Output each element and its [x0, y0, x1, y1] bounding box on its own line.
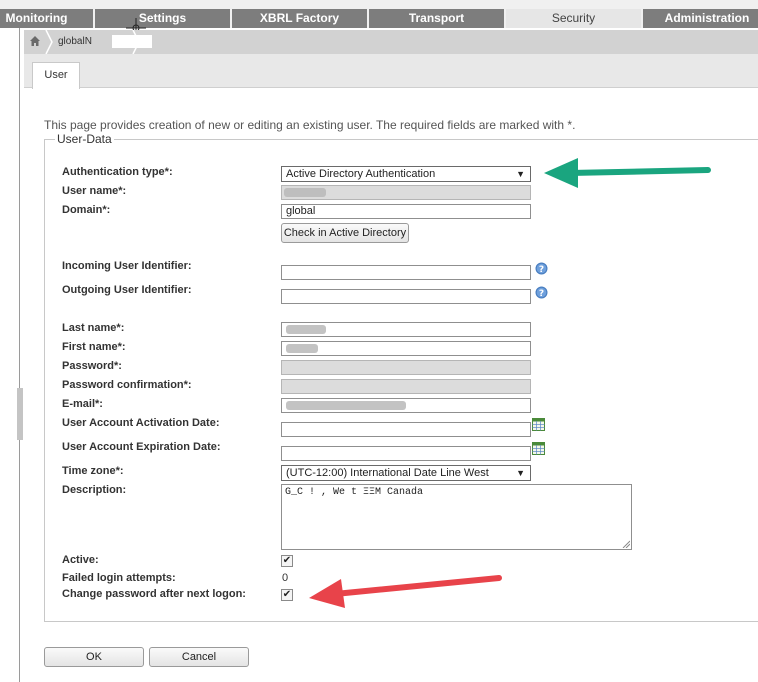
outgoing-identifier-field[interactable]	[281, 289, 531, 304]
failed-attempts-label: Failed login attempts:	[62, 572, 176, 584]
cancel-button[interactable]: Cancel	[149, 647, 249, 667]
tab-user[interactable]: User	[32, 62, 80, 89]
fieldset-legend: User-Data	[57, 132, 112, 146]
first-name-label: First name*:	[62, 341, 126, 353]
red-arrow-icon	[309, 575, 502, 608]
active-label: Active:	[62, 554, 99, 566]
expiration-date-field[interactable]	[281, 446, 531, 461]
domain-label: Domain*:	[62, 204, 111, 216]
activation-date-field[interactable]	[281, 422, 531, 437]
password-label: Password*:	[62, 360, 122, 372]
description-label: Description:	[62, 484, 127, 496]
activation-date-label: User Account Activation Date:	[62, 417, 220, 429]
username-label: User name*:	[62, 185, 127, 197]
username-redaction	[284, 188, 326, 197]
incoming-identifier-field[interactable]	[281, 265, 531, 280]
domain-field[interactable]: global	[281, 204, 531, 219]
breadcrumb-current[interactable]: globalN	[58, 36, 92, 47]
auth-type-label: Authentication type*:	[62, 166, 173, 178]
last-name-redaction	[286, 325, 326, 334]
top-navigation: Monitoring Settings XBRL Factory Transpo…	[0, 0, 758, 28]
last-name-label: Last name*:	[62, 322, 125, 334]
failed-attempts-value: 0	[282, 572, 289, 584]
email-label: E-mail*:	[62, 398, 103, 410]
sidebar-scrollbar[interactable]	[17, 388, 23, 440]
check-active-directory-button[interactable]: Check in Active Directory	[281, 223, 409, 243]
description-textarea[interactable]: G_C ! , We t ΞΞM Canada	[281, 484, 632, 550]
nav-tab-transport[interactable]: Transport	[369, 9, 506, 28]
calendar-icon[interactable]	[532, 442, 545, 455]
outgoing-identifier-label: Outgoing User Identifier:	[62, 284, 192, 296]
incoming-identifier-label: Incoming User Identifier:	[62, 260, 192, 272]
help-icon[interactable]: ?	[535, 262, 548, 275]
svg-text:?: ?	[539, 289, 544, 299]
page-tab-strip: User	[24, 54, 758, 89]
dropdown-arrow-icon: ▼	[516, 169, 525, 179]
password-field	[281, 360, 531, 375]
ok-button[interactable]: OK	[44, 647, 144, 667]
breadcrumb-end-separator-icon	[132, 30, 140, 54]
password-confirmation-label: Password confirmation*:	[62, 379, 192, 391]
nav-tab-monitoring[interactable]: Monitoring	[0, 9, 95, 28]
nav-tab-xbrl-factory[interactable]: XBRL Factory	[232, 9, 369, 28]
time-zone-label: Time zone*:	[62, 465, 124, 477]
first-name-field[interactable]	[281, 341, 531, 356]
breadcrumb: globalN	[24, 30, 758, 54]
password-confirmation-field	[281, 379, 531, 394]
change-password-label: Change password after next logon:	[62, 588, 246, 600]
calendar-icon[interactable]	[532, 418, 545, 431]
breadcrumb-separator-icon	[45, 30, 53, 54]
resize-grip-icon[interactable]	[622, 540, 630, 548]
dropdown-arrow-icon: ▼	[516, 468, 525, 478]
page-intro: This page provides creation of new or ed…	[44, 118, 576, 132]
help-icon[interactable]: ?	[535, 286, 548, 299]
nav-tab-settings[interactable]: Settings	[95, 9, 232, 28]
expiration-date-label: User Account Expiration Date:	[62, 441, 221, 453]
svg-text:?: ?	[539, 265, 544, 275]
home-icon[interactable]	[29, 35, 41, 47]
left-sidebar	[0, 28, 23, 682]
first-name-redaction	[286, 344, 318, 353]
auth-type-value: Active Directory Authentication	[286, 168, 436, 180]
nav-tab-administration[interactable]: Administration	[643, 9, 758, 28]
time-zone-select[interactable]: (UTC-12:00) International Date Line West…	[281, 465, 531, 481]
change-password-checkbox[interactable]: ✔	[281, 589, 293, 601]
email-redaction	[286, 401, 406, 410]
green-arrow-icon	[544, 158, 711, 188]
auth-type-select[interactable]: Active Directory Authentication ▼	[281, 166, 531, 182]
time-zone-value: (UTC-12:00) International Date Line West	[286, 467, 489, 479]
active-checkbox[interactable]: ✔	[281, 555, 293, 567]
nav-tab-security[interactable]: Security	[506, 9, 643, 28]
